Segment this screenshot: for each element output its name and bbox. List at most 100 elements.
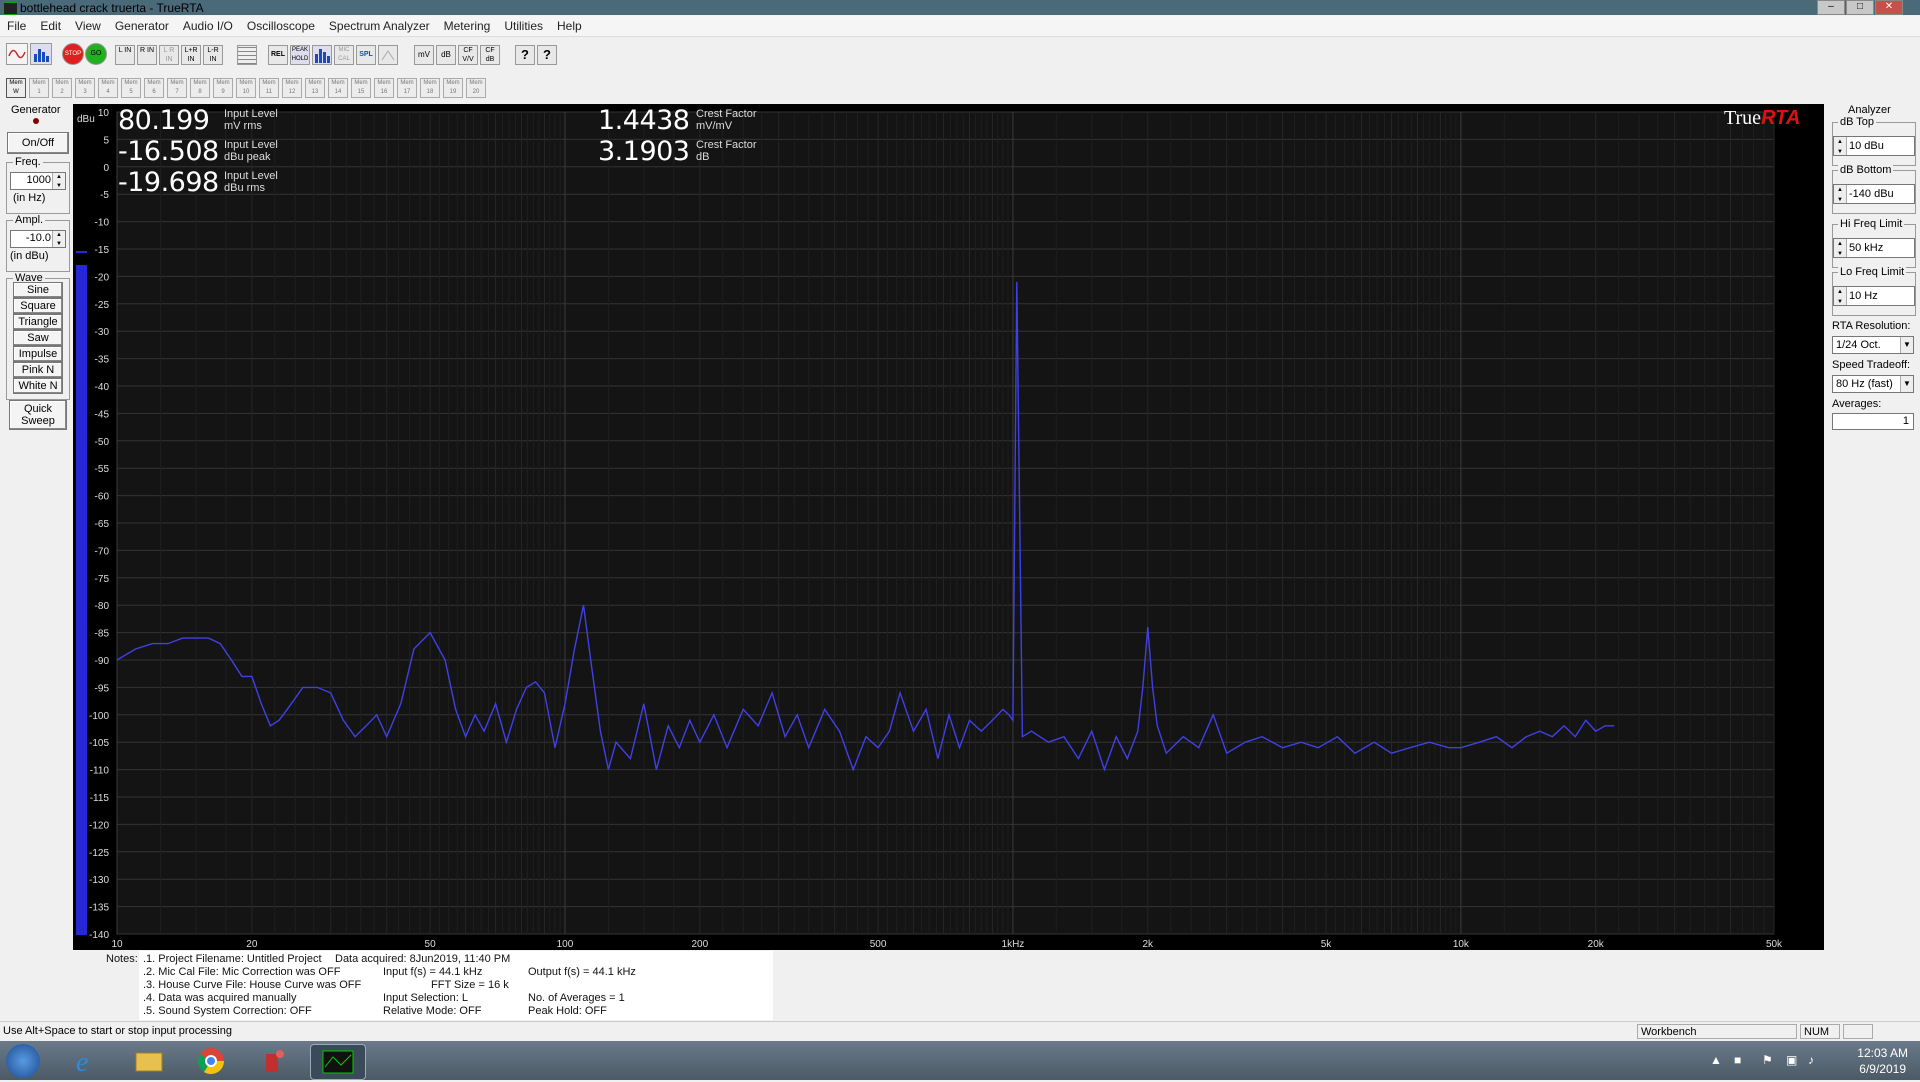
menu-help[interactable]: Help — [550, 16, 589, 36]
wave-square-button[interactable]: Square — [13, 298, 63, 314]
chevron-down-icon[interactable]: ▼ — [1900, 376, 1913, 392]
memory-button-2[interactable]: Mem 2 — [52, 78, 72, 98]
y-tick-label: -130 — [89, 875, 109, 886]
menu-oscilloscope[interactable]: Oscilloscope — [240, 16, 322, 36]
grid-icon[interactable] — [237, 45, 257, 65]
internet-explorer-icon[interactable]: e — [70, 1044, 104, 1078]
stereo-input-icon[interactable]: L R IN — [159, 45, 179, 65]
peak-hold-icon[interactable]: PEAK HOLD — [290, 45, 310, 65]
menu-utilities[interactable]: Utilities — [497, 16, 550, 36]
sweep-icon[interactable] — [378, 45, 398, 65]
menu-metering[interactable]: Metering — [437, 16, 498, 36]
maximize-button[interactable]: □ — [1846, 0, 1874, 15]
menu-generator[interactable]: Generator — [108, 16, 176, 36]
cf-vv-icon[interactable]: CF V/V — [458, 45, 478, 65]
tray-flag-icon[interactable]: ⚑ — [1762, 1053, 1773, 1067]
chrome-icon[interactable] — [194, 1044, 228, 1078]
wave-sine-button[interactable]: Sine — [13, 282, 63, 298]
averages-field[interactable]: 1 — [1832, 413, 1914, 430]
context-help-icon[interactable]: ? — [537, 45, 557, 65]
memory-button-14[interactable]: Mem 14 — [328, 78, 348, 98]
memory-button-13[interactable]: Mem 13 — [305, 78, 325, 98]
memory-button-18[interactable]: Mem 18 — [420, 78, 440, 98]
rta-resolution-select[interactable]: 1/24 Oct. ▼ — [1832, 336, 1914, 354]
tray-network-icon[interactable]: ▣ — [1786, 1053, 1797, 1067]
start-button[interactable] — [6, 1044, 40, 1078]
minimize-button[interactable]: – — [1817, 0, 1845, 15]
tray-chevron-icon[interactable]: ▲ — [1710, 1053, 1722, 1067]
memory-button-4[interactable]: Mem 4 — [98, 78, 118, 98]
app-pin-icon[interactable] — [256, 1044, 290, 1078]
spinner-arrows-icon[interactable]: ▲ ▼ — [52, 231, 65, 247]
spectrum-plot[interactable]: 10 5 0 -5 -10 -15 -20 -25 -30 -35 -40 -45 -50 -55 -60-… — [73, 104, 1824, 950]
memory-button-16[interactable]: Mem 16 — [374, 78, 394, 98]
menu-file[interactable]: File — [0, 16, 33, 36]
y-tick-label: -25 — [95, 300, 110, 311]
spinner-arrows-icon[interactable]: ▲ ▼ — [1834, 287, 1847, 305]
sum-input-icon[interactable]: L+R IN — [181, 45, 201, 65]
memory-button-19[interactable]: Mem 19 — [443, 78, 463, 98]
quick-sweep-button[interactable]: Quick Sweep — [9, 400, 67, 430]
memory-button-10[interactable]: Mem 10 — [236, 78, 256, 98]
wave-impulse-button[interactable]: Impulse — [13, 346, 63, 362]
menu-audio-io[interactable]: Audio I/O — [176, 16, 240, 36]
menu-edit[interactable]: Edit — [33, 16, 68, 36]
menu-view[interactable]: View — [68, 16, 108, 36]
memory-button-0[interactable]: Mem W — [6, 78, 26, 98]
db-top-spinner[interactable]: ▲ ▼ 10 dBu — [1833, 136, 1915, 156]
help-icon[interactable]: ? — [515, 45, 535, 65]
db-bottom-spinner[interactable]: ▲ ▼ -140 dBu — [1833, 184, 1915, 204]
wave-white-noise-button[interactable]: White N — [13, 378, 63, 394]
speed-tradeoff-select[interactable]: 80 Hz (fast) ▼ — [1832, 375, 1914, 393]
lo-freq-spinner[interactable]: ▲ ▼ 10 Hz — [1833, 286, 1915, 306]
clock-time: 12:03 AM — [1857, 1046, 1908, 1060]
wave-pink-noise-button[interactable]: Pink N — [13, 362, 63, 378]
memory-button-9[interactable]: Mem 9 — [213, 78, 233, 98]
clock[interactable]: 12:03 AM 6/9/2019 — [1857, 1045, 1908, 1077]
mic-cal-icon[interactable]: MIC CAL — [334, 45, 354, 65]
spinner-arrows-icon[interactable]: ▲ ▼ — [1834, 137, 1847, 155]
rta-bars-icon[interactable] — [30, 43, 52, 65]
hi-freq-spinner[interactable]: ▲ ▼ 50 kHz — [1833, 238, 1915, 258]
waveform-icon[interactable] — [6, 43, 28, 65]
stop-icon[interactable]: STOP — [62, 43, 84, 65]
right-input-icon[interactable]: R IN — [137, 45, 157, 65]
generator-onoff-button[interactable]: On/Off — [7, 132, 69, 154]
bars-icon[interactable] — [312, 45, 332, 65]
go-icon[interactable]: GO — [85, 43, 107, 65]
menu-spectrum-analyzer[interactable]: Spectrum Analyzer — [322, 16, 437, 36]
spl-icon[interactable]: SPL — [356, 45, 376, 65]
mv-icon[interactable]: mV — [414, 45, 434, 65]
input-level-mv-value: 80.199 — [118, 105, 210, 136]
db-icon[interactable]: dB — [436, 45, 456, 65]
memory-button-5[interactable]: Mem 5 — [121, 78, 141, 98]
memory-button-20[interactable]: Mem 20 — [466, 78, 486, 98]
truerta-taskbar-button[interactable] — [310, 1044, 366, 1080]
memory-button-17[interactable]: Mem 17 — [397, 78, 417, 98]
freq-spinner[interactable]: 1000 ▲ ▼ — [10, 172, 66, 190]
spinner-arrows-icon[interactable]: ▲ ▼ — [1834, 185, 1847, 203]
db-bottom-value: -140 dBu — [1849, 188, 1894, 200]
memory-button-1[interactable]: Mem 1 — [29, 78, 49, 98]
memory-button-8[interactable]: Mem 8 — [190, 78, 210, 98]
memory-button-15[interactable]: Mem 15 — [351, 78, 371, 98]
memory-button-12[interactable]: Mem 12 — [282, 78, 302, 98]
memory-button-3[interactable]: Mem 3 — [75, 78, 95, 98]
ampl-spinner[interactable]: -10.0 ▲ ▼ — [10, 230, 66, 248]
left-input-icon[interactable]: L IN — [115, 45, 135, 65]
wave-saw-button[interactable]: Saw — [13, 330, 63, 346]
chevron-down-icon[interactable]: ▼ — [1900, 337, 1913, 353]
close-button[interactable]: ✕ — [1875, 0, 1903, 15]
spinner-arrows-icon[interactable]: ▲ ▼ — [52, 173, 65, 189]
tray-volume-icon[interactable]: ♪ — [1808, 1053, 1814, 1067]
memory-button-6[interactable]: Mem 6 — [144, 78, 164, 98]
memory-button-11[interactable]: Mem 11 — [259, 78, 279, 98]
file-explorer-icon[interactable] — [132, 1044, 166, 1078]
tray-device-icon[interactable]: ■ — [1734, 1053, 1741, 1067]
cf-db-icon[interactable]: CF dB — [480, 45, 500, 65]
memory-button-7[interactable]: Mem 7 — [167, 78, 187, 98]
wave-triangle-button[interactable]: Triangle — [13, 314, 63, 330]
spinner-arrows-icon[interactable]: ▲ ▼ — [1834, 239, 1847, 257]
relative-icon[interactable]: REL — [268, 45, 288, 65]
diff-input-icon[interactable]: L-R IN — [203, 45, 223, 65]
